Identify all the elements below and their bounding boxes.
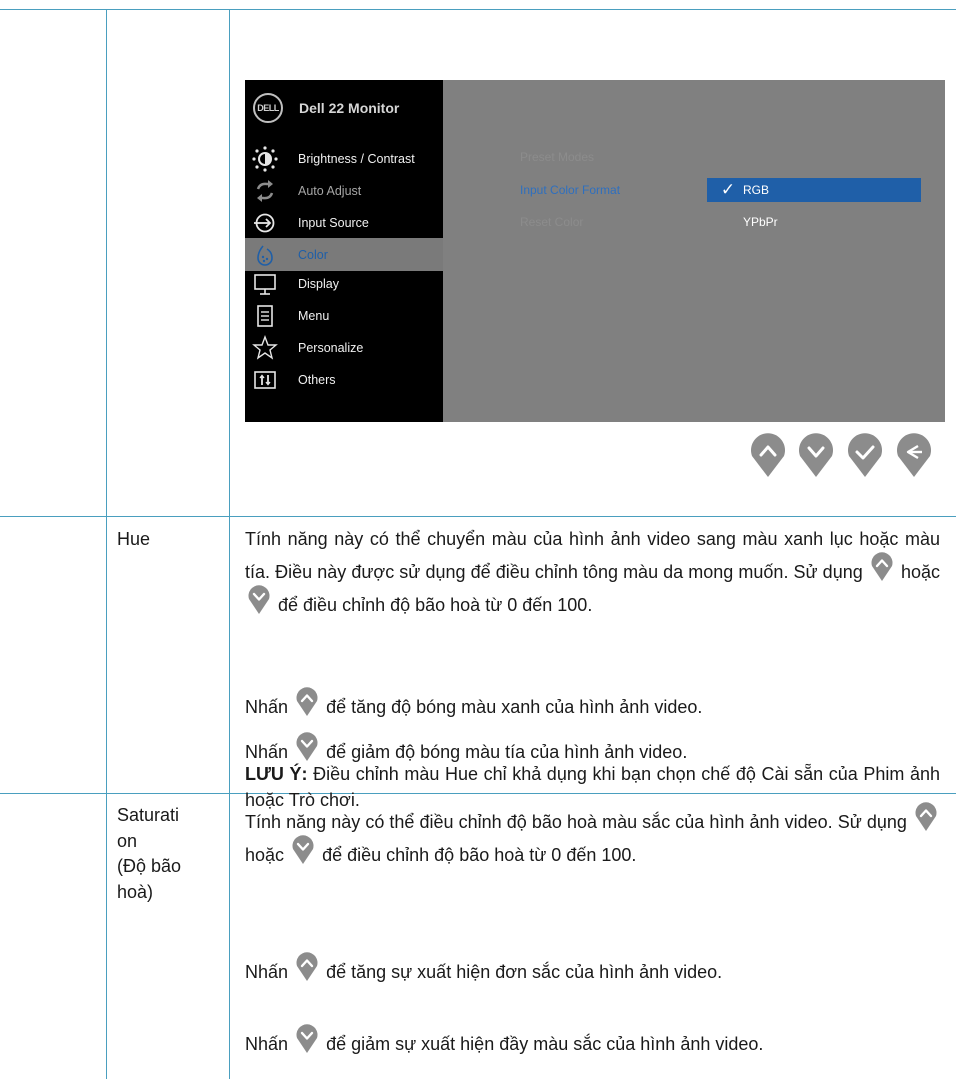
osd-menu-label: Menu xyxy=(298,309,330,323)
text: hoặc xyxy=(900,562,940,583)
brightness-icon xyxy=(245,144,285,174)
text: Nhấn xyxy=(245,1034,289,1054)
down-icon xyxy=(295,1024,319,1054)
row-label-saturation: Saturati on (Độ bão hoà) xyxy=(117,803,181,905)
text: để giảm sự xuất hiện đầy màu sắc của hìn… xyxy=(326,1034,764,1054)
saturation-decrease-instruction: Nhấn để giảm sự xuất hiện đầy màu sắc củ… xyxy=(245,1024,940,1057)
osd-menu-item-color[interactable]: Color xyxy=(245,238,443,271)
hue-increase-instruction: Nhấn để tăng độ bóng màu xanh của hình ả… xyxy=(245,687,940,720)
osd-submenu-input-color-format[interactable]: Input Color Format xyxy=(520,183,620,197)
saturation-description: Tính năng này có thể điều chỉnh độ bão h… xyxy=(245,802,940,868)
osd-menu-item-display[interactable]: Display xyxy=(245,269,443,299)
column-divider xyxy=(229,9,230,1079)
osd-menu-item-brightness[interactable]: Brightness / Contrast xyxy=(245,144,443,174)
up-icon xyxy=(870,552,894,582)
osd-menu-label: Color xyxy=(298,247,328,262)
up-icon xyxy=(295,952,319,982)
personalize-icon xyxy=(245,333,285,363)
hue-description: Tính năng này có thể chuyển màu của hình… xyxy=(245,526,940,618)
up-icon xyxy=(914,802,938,832)
row-divider xyxy=(0,516,956,517)
down-icon xyxy=(295,732,319,762)
text: Tính năng này có thể điều chỉnh độ bão h… xyxy=(245,812,907,832)
back-icon[interactable] xyxy=(894,433,934,479)
input-source-icon xyxy=(245,208,285,238)
osd-menu-label: Brightness / Contrast xyxy=(298,152,415,166)
note-label: LƯU Ý: xyxy=(245,764,308,784)
menu-icon xyxy=(245,301,285,331)
osd-menu-item-others[interactable]: Others xyxy=(245,365,443,395)
auto-adjust-icon xyxy=(245,176,285,206)
osd-sidebar: DELL Dell 22 Monitor Brightness / Contra… xyxy=(245,80,443,422)
osd-menu-label: Input Source xyxy=(298,216,369,230)
label-line: hoà) xyxy=(117,881,154,902)
osd-menu-label: Display xyxy=(298,277,339,291)
color-icon xyxy=(245,240,285,270)
text: hoặc xyxy=(245,845,285,866)
label-line: on xyxy=(117,830,138,851)
table-top-border xyxy=(0,9,956,10)
label-line: Saturati xyxy=(117,805,180,825)
down-icon xyxy=(291,835,315,865)
text: Tính năng này có thể chuyển màu của hình… xyxy=(245,529,940,583)
check-button-icon[interactable] xyxy=(845,433,885,479)
check-icon: ✓ xyxy=(720,180,736,199)
display-icon xyxy=(245,269,285,299)
osd-menu-item-menu[interactable]: Menu xyxy=(245,301,443,331)
osd-menu-label: Personalize xyxy=(298,341,364,355)
text: để giảm độ bóng màu tía của hình ảnh vid… xyxy=(326,742,688,762)
osd-submenu-preset-modes[interactable]: Preset Modes xyxy=(520,150,594,164)
osd-menu-label: Others xyxy=(298,373,336,387)
osd-nav-buttons xyxy=(0,433,956,483)
text: Nhấn xyxy=(245,697,289,717)
text: để điều chỉnh độ bão hoà từ 0 đến 100. xyxy=(278,595,593,616)
osd-option-rgb[interactable]: ✓ RGB xyxy=(707,178,921,202)
text: để điều chỉnh độ bão hoà từ 0 đến 100. xyxy=(322,845,637,866)
osd-menu-item-personalize[interactable]: Personalize xyxy=(245,333,443,363)
down-icon xyxy=(247,585,271,615)
label-line: (Độ bão xyxy=(117,856,182,877)
osd-screenshot: DELL Dell 22 Monitor Brightness / Contra… xyxy=(245,80,945,422)
osd-title: Dell 22 Monitor xyxy=(299,100,400,116)
osd-header: DELL Dell 22 Monitor xyxy=(253,93,399,123)
dell-logo: DELL xyxy=(253,93,283,123)
osd-menu-item-input-source[interactable]: Input Source xyxy=(245,208,443,238)
osd-option-label: RGB xyxy=(743,183,770,197)
text: Nhấn xyxy=(245,742,289,762)
column-divider xyxy=(106,9,107,1079)
osd-option-ypbpr[interactable]: YPbPr xyxy=(707,210,921,234)
osd-menu-label: Auto Adjust xyxy=(298,184,362,198)
others-icon xyxy=(245,365,285,395)
text: để tăng sự xuất hiện đơn sắc của hình ản… xyxy=(326,962,723,982)
text: để tăng độ bóng màu xanh của hình ảnh vi… xyxy=(326,697,703,717)
up-icon[interactable] xyxy=(748,433,788,479)
osd-menu-item-auto-adjust[interactable]: Auto Adjust xyxy=(245,176,443,206)
osd-submenu-reset-color[interactable]: Reset Color xyxy=(520,215,583,229)
down-icon[interactable] xyxy=(796,433,836,479)
row-label-hue: Hue xyxy=(117,529,151,549)
text: Nhấn xyxy=(245,962,289,982)
saturation-increase-instruction: Nhấn để tăng sự xuất hiện đơn sắc của hì… xyxy=(245,952,940,985)
up-icon xyxy=(295,687,319,717)
osd-option-label: YPbPr xyxy=(743,215,778,229)
